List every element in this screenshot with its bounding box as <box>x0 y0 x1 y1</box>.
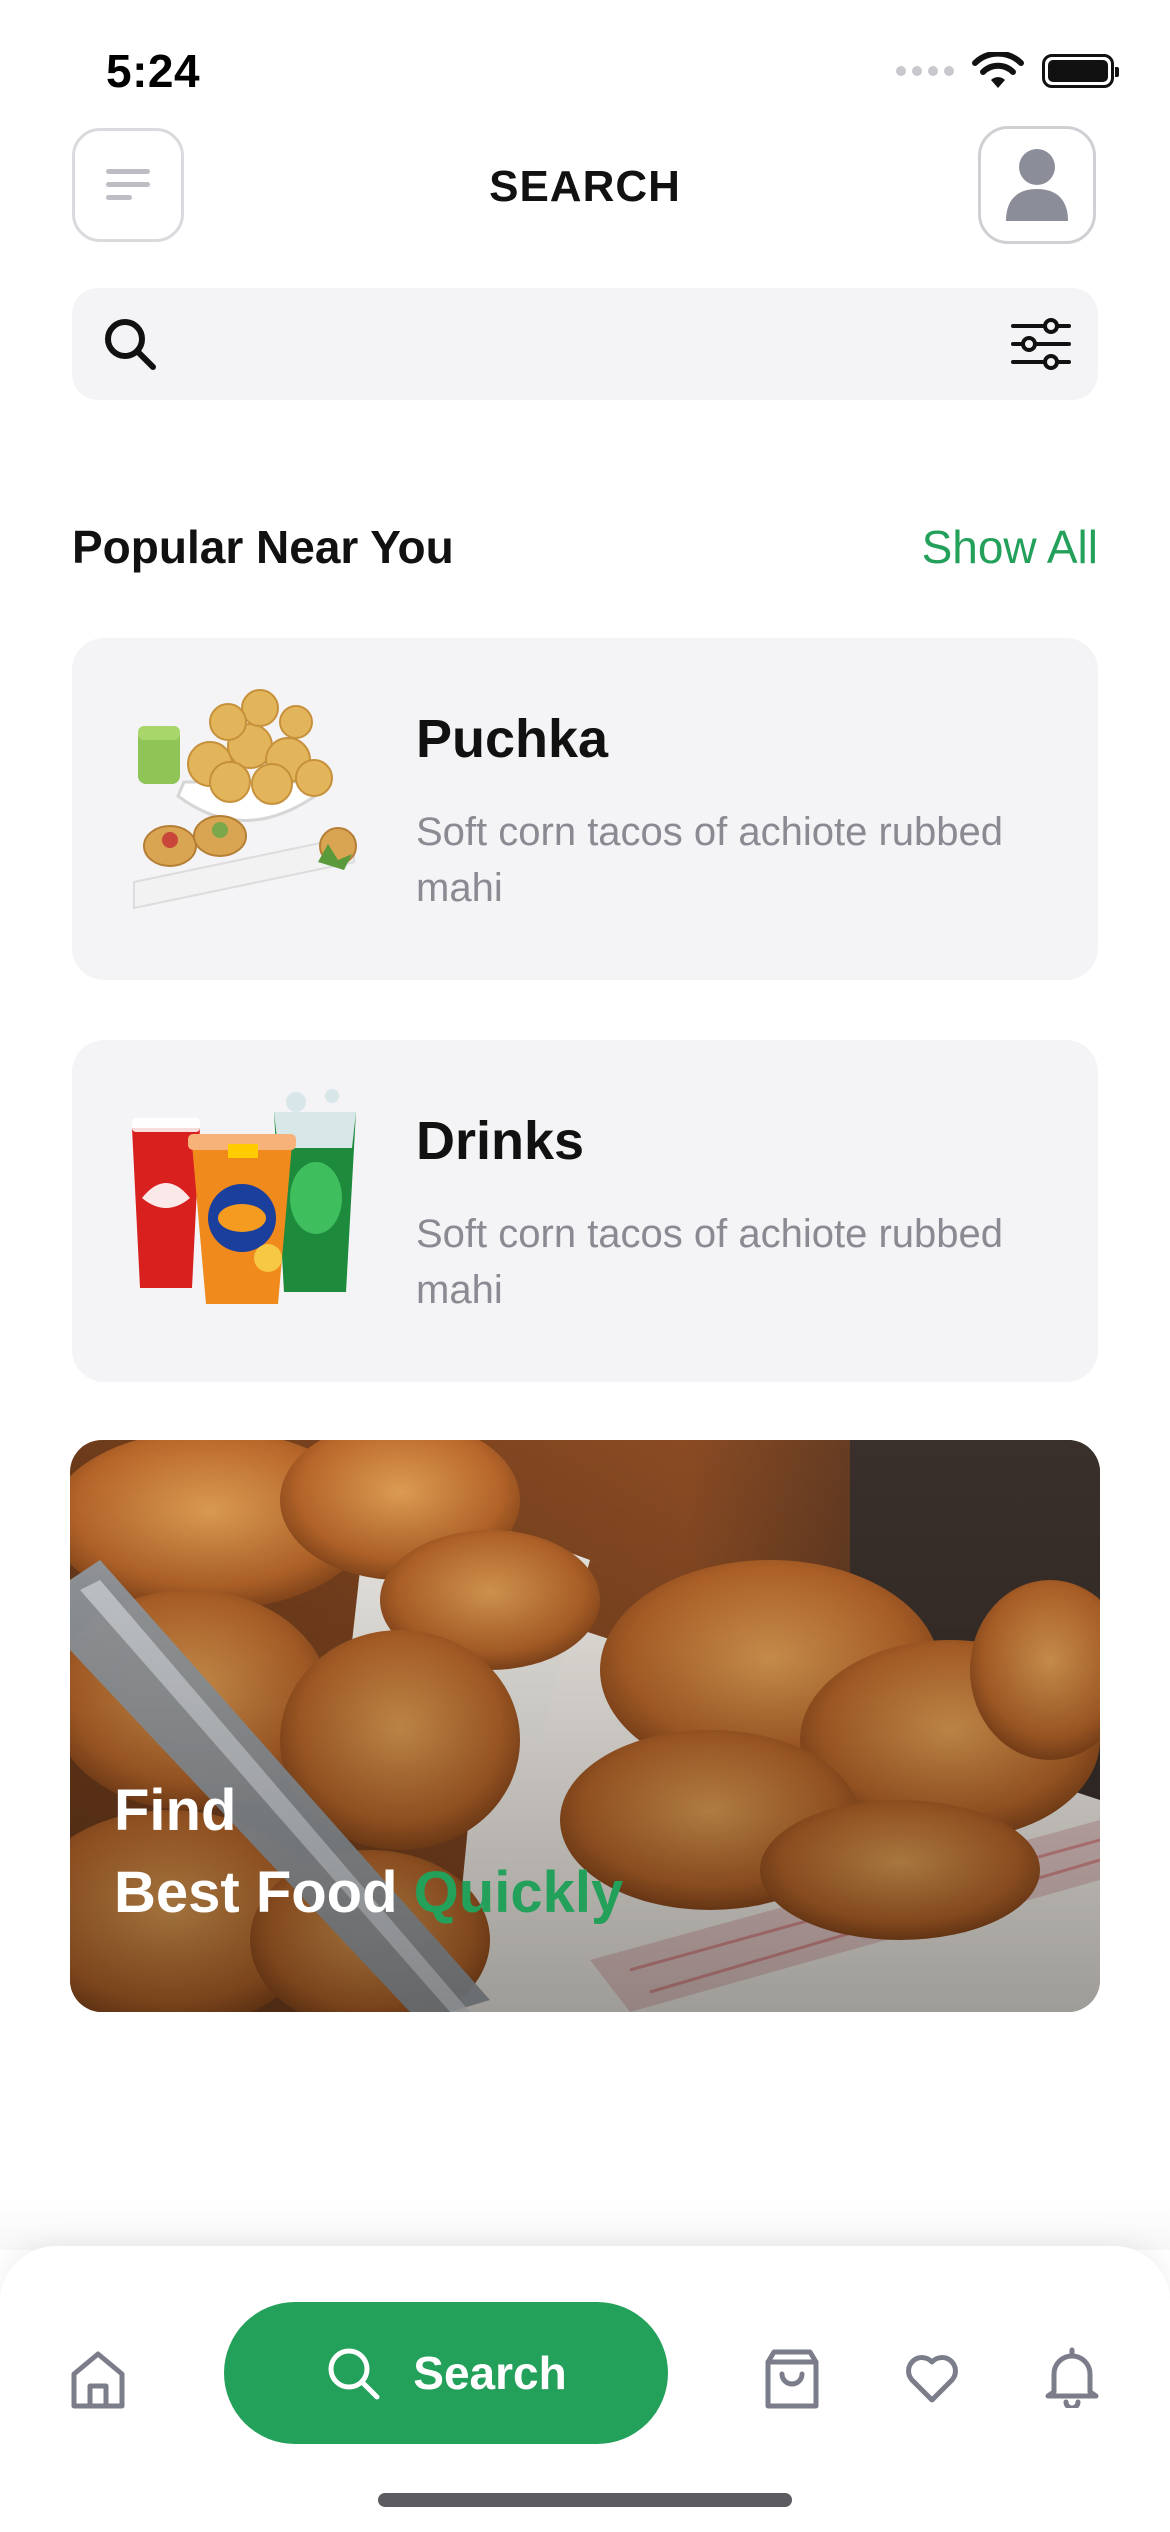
nav-search-button[interactable]: Search <box>224 2302 668 2444</box>
cellular-signal-icon <box>896 66 954 76</box>
food-card-drinks[interactable]: Drinks Soft corn tacos of achiote rubbed… <box>72 1040 1098 1382</box>
promo-line-2-accent: Quickly <box>413 1860 624 1925</box>
battery-icon <box>1042 54 1119 88</box>
search-input[interactable] <box>182 308 962 380</box>
bottom-fade <box>0 2200 1170 2250</box>
food-card-puchka[interactable]: Puchka Soft corn tacos of achiote rubbed… <box>72 638 1098 980</box>
section-title: Popular Near You <box>72 521 454 573</box>
status-icons <box>896 52 1119 90</box>
shopping-bag-icon <box>765 2349 819 2409</box>
home-indicator <box>378 2493 792 2507</box>
filter-button[interactable] <box>1010 316 1072 372</box>
promo-line-2: Best Food Quickly <box>114 1852 623 1934</box>
promo-line-2-prefix: Best Food <box>114 1860 414 1925</box>
food-card-description: Soft corn tacos of achiote rubbed mahi <box>416 1212 1004 1312</box>
search-icon <box>328 2348 380 2400</box>
profile-button[interactable] <box>978 126 1096 244</box>
nav-notifications-button[interactable] <box>1044 2346 1100 2411</box>
drinks-image <box>132 1089 356 1304</box>
nav-favorites-button[interactable] <box>904 2350 960 2406</box>
promo-banner[interactable]: Find Best Food Quickly <box>70 1440 1100 2012</box>
promo-line-1: Find <box>114 1778 237 1843</box>
promo-headline: Find Best Food Quickly <box>114 1770 623 1934</box>
bottom-nav: Search <box>0 2246 1170 2532</box>
show-all-link[interactable]: Show All <box>922 520 1098 574</box>
nav-home-button[interactable] <box>70 2350 126 2410</box>
food-card-title: Drinks <box>416 1111 585 1171</box>
status-time: 5:24 <box>106 45 201 97</box>
search-icon <box>105 319 156 370</box>
puchka-image <box>133 689 357 910</box>
user-avatar-icon <box>1006 149 1068 221</box>
header: SEARCH <box>0 126 1170 246</box>
filter-sliders-icon <box>1011 318 1071 370</box>
nav-cart-button[interactable] <box>764 2348 820 2410</box>
food-card-description: Soft corn tacos of achiote rubbed mahi <box>416 810 1004 910</box>
food-card-title: Puchka <box>416 709 609 769</box>
heart-icon <box>906 2355 958 2403</box>
bell-icon <box>1045 2347 1099 2411</box>
home-icon <box>71 2351 125 2409</box>
nav-search-label: Search <box>413 2347 567 2399</box>
wifi-icon <box>972 52 1024 88</box>
search-bar <box>72 288 1098 400</box>
